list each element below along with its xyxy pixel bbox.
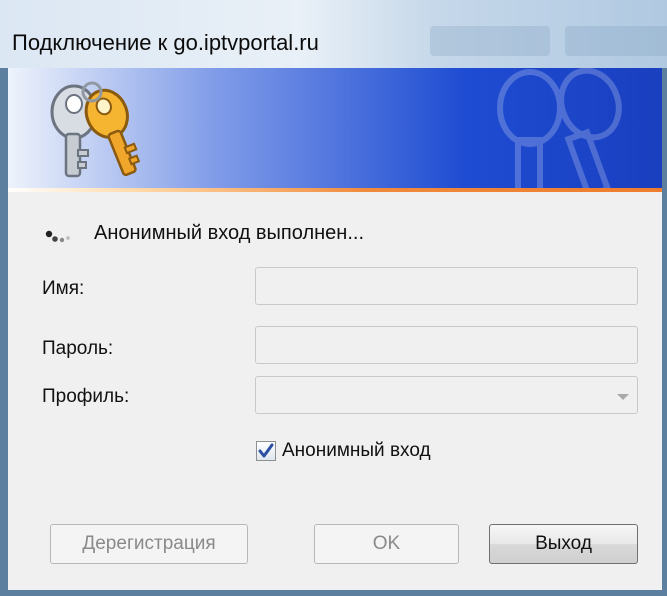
status-text: Анонимный вход выполнен... bbox=[94, 222, 364, 244]
checkmark-icon bbox=[258, 443, 274, 458]
login-form: Анонимный вход выполнен... Имя: Пароль: … bbox=[8, 192, 662, 590]
anonymous-login-label: Анонимный вход bbox=[282, 440, 431, 461]
login-dialog: Подключение к go.iptvportal.ru Анонимный… bbox=[0, 0, 667, 596]
anonymous-login-checkbox[interactable] bbox=[256, 441, 276, 461]
exit-button[interactable]: Выход bbox=[489, 524, 638, 564]
password-input[interactable] bbox=[255, 326, 638, 364]
chevron-down-icon bbox=[617, 394, 629, 400]
title-bar[interactable]: Подключение к go.iptvportal.ru bbox=[0, 0, 667, 68]
background-tab bbox=[565, 26, 667, 56]
profile-select[interactable] bbox=[255, 376, 638, 414]
loading-dots-icon bbox=[45, 230, 70, 243]
deregister-button[interactable]: Дерегистрация bbox=[50, 524, 248, 564]
profile-label: Профиль: bbox=[42, 386, 130, 407]
header-banner bbox=[8, 68, 662, 188]
password-label: Пароль: bbox=[42, 338, 114, 359]
ok-button[interactable]: OK bbox=[314, 524, 459, 564]
background-tab bbox=[430, 26, 550, 56]
name-label: Имя: bbox=[42, 278, 85, 299]
name-input[interactable] bbox=[255, 267, 638, 305]
keys-icon bbox=[50, 81, 141, 178]
dialog-body: Анонимный вход выполнен... Имя: Пароль: … bbox=[8, 68, 662, 590]
window-title: Подключение к go.iptvportal.ru bbox=[12, 30, 319, 55]
anonymous-login-option[interactable]: Анонимный вход bbox=[256, 437, 431, 465]
keys-watermark-icon bbox=[497, 68, 622, 188]
